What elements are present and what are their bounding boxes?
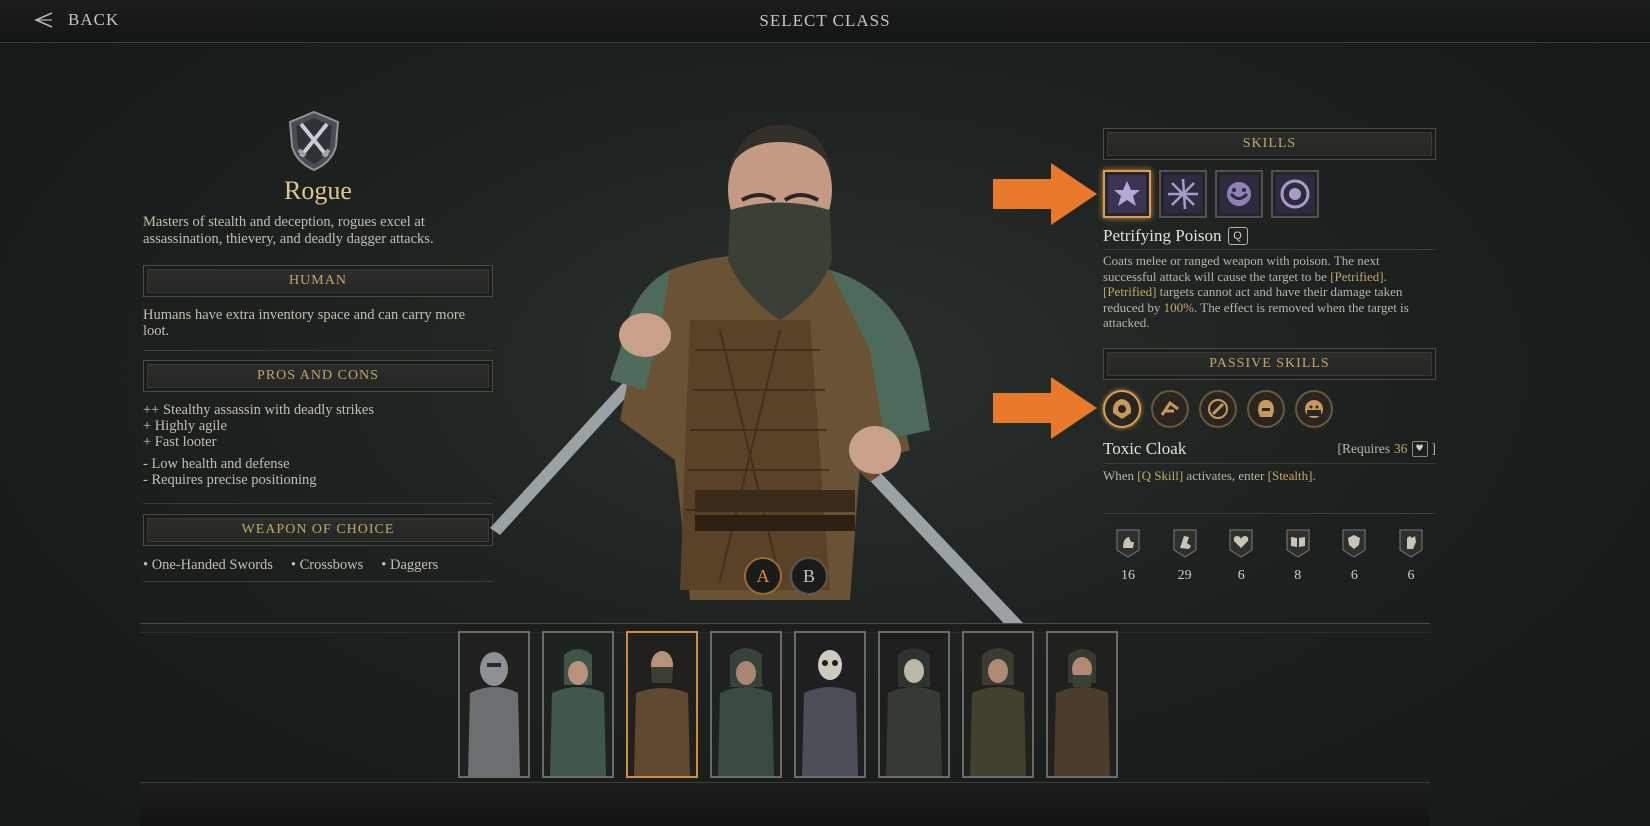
skill-description: Coats melee or ranged weapon with poison… [1103, 253, 1409, 330]
pro-item: + Highly agile [143, 418, 227, 434]
con-item: - Low health and defense [143, 456, 290, 472]
skill-slot-3[interactable] [1215, 170, 1263, 218]
passive-name: Toxic Cloak [1103, 439, 1187, 458]
class-roster [458, 631, 1118, 778]
divider [143, 503, 493, 504]
agility-icon [1173, 529, 1197, 558]
class-description: Masters of stealth and deception, rogues… [143, 214, 434, 247]
pros-list: ++ Stealthy assassin with deadly strikes… [143, 402, 493, 488]
weapon-item: • One-Handed Swords [143, 557, 273, 573]
skill-keybind: Q [1227, 227, 1248, 245]
divider [143, 350, 493, 351]
class-portrait-hooded[interactable] [710, 631, 782, 778]
skill-title: Petrifying Poison Q [1103, 226, 1248, 246]
requirement-value: 36 [1394, 441, 1408, 456]
dagger-circle-icon [1208, 399, 1228, 419]
masked-face-icon [1305, 400, 1323, 418]
pro-item: + Fast looter [143, 434, 217, 450]
helmet-icon [1258, 400, 1274, 417]
class-portrait-ranger[interactable] [542, 631, 614, 778]
stat-vitality: 6 [1226, 528, 1256, 584]
divider [1103, 513, 1436, 514]
attribute-stats: 16 29 6 8 6 6 [1103, 528, 1436, 584]
stat-agility: 29 [1170, 528, 1200, 584]
knowledge-icon [1286, 529, 1310, 558]
weapon-header: WEAPON OF CHOICE [143, 514, 493, 546]
loadout-b-button[interactable]: B [790, 557, 828, 595]
passive-slot-3[interactable] [1199, 390, 1237, 428]
passive-slot-4[interactable] [1247, 390, 1285, 428]
divider [1103, 249, 1436, 250]
top-bar: BACK SELECT CLASS [0, 0, 1650, 43]
weapon-list: • One-Handed Swords • Crossbows • Dagger… [143, 557, 438, 574]
petrifying-poison-icon [1108, 175, 1146, 213]
skill-slot-petrifying-poison[interactable] [1103, 170, 1151, 218]
will-icon [1342, 529, 1366, 558]
class-name: Rogue [284, 176, 352, 205]
passive-description: When [Q Skill] activates, enter [Stealth… [1103, 468, 1316, 483]
stat-knowledge: 8 [1283, 528, 1313, 584]
skill-slot-2[interactable] [1159, 170, 1207, 218]
weapon-item: • Daggers [381, 557, 439, 573]
class-portrait-knight[interactable] [458, 631, 530, 778]
passive-skills-header: PASSIVE SKILLS [1103, 348, 1436, 380]
passive-slot-toxic-cloak[interactable] [1103, 390, 1141, 428]
passive-slots [1103, 390, 1333, 428]
race-header: HUMAN [143, 265, 493, 297]
shadow-mask-icon [1220, 175, 1258, 213]
class-portrait-mercenary[interactable] [962, 631, 1034, 778]
class-portrait-skull-mask[interactable] [878, 631, 950, 778]
loadout-a-button[interactable]: A [744, 557, 782, 595]
blade-flurry-icon [1164, 175, 1202, 213]
class-portrait-bandit[interactable] [1046, 631, 1118, 778]
page-title: SELECT CLASS [759, 11, 891, 30]
callout-arrow-passives-icon [993, 377, 1097, 439]
stat-strength: 16 [1113, 528, 1143, 584]
dash-icon [1160, 400, 1179, 416]
divider [143, 581, 493, 582]
skills-header: SKILLS [1103, 128, 1436, 160]
smoke-rose-icon [1276, 175, 1314, 213]
divider [1103, 463, 1436, 464]
heart-icon: ♥ [1411, 441, 1428, 457]
faith-icon [1399, 529, 1423, 558]
race-description: Humans have extra inventory space and ca… [143, 307, 466, 339]
passive-requirement: [Requires 36 ♥ ] [1337, 441, 1436, 457]
callout-arrow-skills-icon [993, 163, 1097, 225]
class-portrait-skeleton[interactable] [794, 631, 866, 778]
dagger-blade [490, 375, 640, 535]
skill-slots [1103, 170, 1319, 218]
skill-slot-4[interactable] [1271, 170, 1319, 218]
rogue-crossed-daggers-icon [288, 110, 340, 172]
con-item: - Requires precise positioning [143, 472, 317, 488]
vitality-icon [1229, 529, 1253, 558]
weapon-item: • Crossbows [290, 557, 364, 573]
hooded-face-icon [1112, 399, 1132, 419]
strength-icon [1116, 529, 1140, 558]
passive-slot-5[interactable] [1295, 390, 1333, 428]
skill-name: Petrifying Poison [1103, 226, 1222, 245]
character-model [490, 125, 1025, 630]
passive-slot-2[interactable] [1151, 390, 1189, 428]
bottom-rail [140, 782, 1430, 826]
stat-will: 6 [1339, 528, 1369, 584]
class-portrait-rogue[interactable] [626, 631, 698, 778]
pros-cons-header: PROS AND CONS [143, 360, 493, 392]
stat-faith: 6 [1396, 528, 1426, 584]
pro-item: ++ Stealthy assassin with deadly strikes [143, 402, 375, 418]
